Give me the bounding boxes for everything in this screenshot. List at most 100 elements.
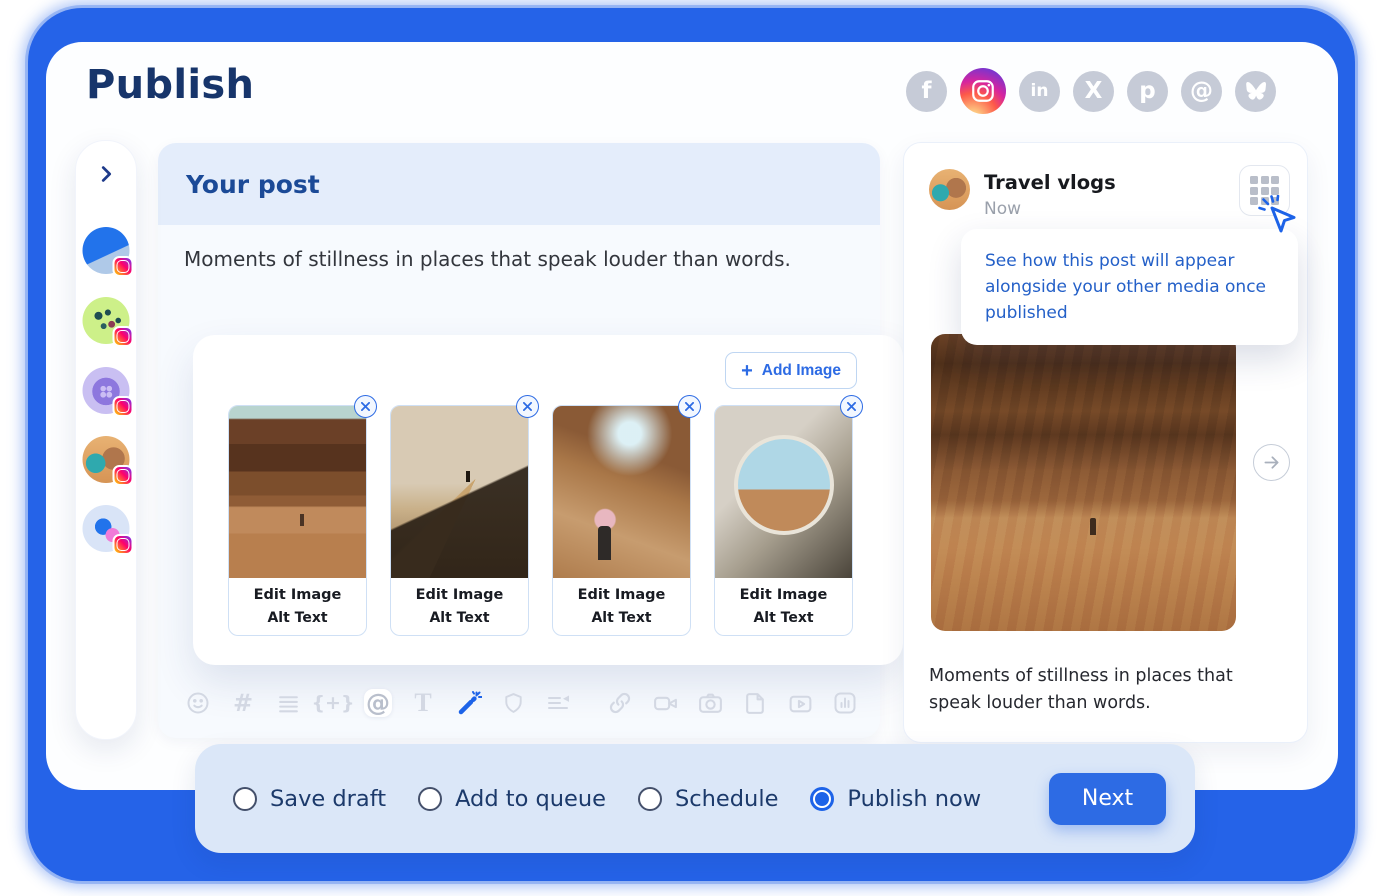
option-label: Save draft [270, 786, 386, 812]
radio-save-draft[interactable] [233, 787, 257, 811]
text-lines-icon[interactable] [274, 689, 302, 717]
next-button[interactable]: Next [1049, 773, 1166, 825]
chevron-right-icon [95, 163, 117, 185]
instagram-badge-icon [113, 465, 134, 486]
link-icon[interactable] [606, 689, 634, 717]
camera-icon[interactable] [696, 689, 724, 717]
sidebar-account-3[interactable] [83, 367, 130, 414]
image-thumbnails: Edit Image Alt Text Edit Image Alt Text [228, 405, 853, 636]
thumbnail-photo-tent [715, 406, 852, 578]
preview-post-image [931, 334, 1236, 631]
sidebar-account-4[interactable] [83, 436, 130, 483]
variables-icon[interactable]: {+} [319, 689, 347, 717]
post-text-input[interactable]: Moments of stillness in places that spea… [184, 247, 854, 271]
option-schedule[interactable]: Schedule [638, 786, 778, 812]
remove-image-button[interactable] [516, 395, 539, 418]
instagram-glyph [970, 78, 996, 104]
sidebar-account-2[interactable] [83, 297, 130, 344]
post-preview-panel: Travel vlogs Now See how this post will … [903, 142, 1308, 743]
alt-text-link[interactable]: Alt Text [715, 610, 852, 626]
image-thumbnail-1: Edit Image Alt Text [228, 405, 367, 636]
linkedin-glyph: in [1031, 83, 1049, 100]
instagram-badge-icon [113, 326, 134, 347]
thumbnail-photo-silhouette [391, 406, 528, 578]
composer-toolbar: # {+} @ T [184, 680, 854, 726]
plus-icon: + [741, 361, 753, 381]
close-icon [523, 402, 532, 411]
radio-schedule[interactable] [638, 787, 662, 811]
preview-timestamp: Now [984, 199, 1021, 219]
preview-caption: Moments of stillness in places that spea… [929, 663, 1281, 717]
option-publish-now[interactable]: Publish now [810, 786, 981, 812]
radio-publish-now[interactable] [810, 787, 834, 811]
pinterest-icon[interactable]: p [1127, 71, 1168, 112]
page-title: Publish [86, 62, 254, 108]
analytics-icon[interactable] [831, 689, 859, 717]
option-save-draft[interactable]: Save draft [233, 786, 386, 812]
post-composer: Your post Moments of stillness in places… [158, 143, 880, 738]
instagram-badge-icon [113, 396, 134, 417]
preview-tooltip: See how this post will appear alongside … [961, 229, 1298, 345]
thumbnail-photo-canyon [553, 406, 690, 578]
option-label: Add to queue [455, 786, 606, 812]
sidebar-account-5[interactable] [83, 505, 130, 552]
channel-sidebar [75, 140, 137, 740]
document-icon[interactable] [741, 689, 769, 717]
option-label: Schedule [675, 786, 778, 812]
linkedin-icon[interactable]: in [1019, 71, 1060, 112]
preview-account-name: Travel vlogs [984, 171, 1116, 194]
edit-image-link[interactable]: Edit Image [715, 587, 852, 603]
remove-image-button[interactable] [678, 395, 701, 418]
campaign-list-icon[interactable] [544, 689, 572, 717]
add-image-label: Add Image [762, 362, 841, 380]
instagram-badge-icon [113, 534, 134, 555]
facebook-glyph: f [921, 80, 931, 103]
x-icon[interactable]: X [1073, 71, 1114, 112]
thumbnail-photo-cliff [229, 406, 366, 578]
video-file-icon[interactable] [786, 689, 814, 717]
remove-image-button[interactable] [354, 395, 377, 418]
option-add-to-queue[interactable]: Add to queue [418, 786, 606, 812]
publish-page: Publish f in X p @ [0, 0, 1381, 896]
next-media-button[interactable] [1253, 444, 1290, 481]
cursor-pointer-icon [1258, 195, 1302, 239]
instagram-icon[interactable] [960, 68, 1006, 114]
radio-add-to-queue[interactable] [418, 787, 442, 811]
sidebar-account-1[interactable] [83, 227, 130, 274]
hashtag-icon[interactable]: # [229, 689, 257, 717]
option-label: Publish now [847, 786, 981, 812]
alt-text-link[interactable]: Alt Text [553, 610, 690, 626]
video-icon[interactable] [651, 689, 679, 717]
composer-title: Your post [186, 170, 320, 199]
add-image-button[interactable]: + Add Image [725, 352, 857, 389]
remove-image-button[interactable] [840, 395, 863, 418]
instagram-badge-icon [113, 256, 134, 277]
alt-text-link[interactable]: Alt Text [391, 610, 528, 626]
social-network-row: f in X p @ [906, 68, 1276, 114]
mention-icon[interactable]: @ [364, 689, 392, 717]
close-icon [685, 402, 694, 411]
emoji-icon[interactable] [184, 689, 212, 717]
pinterest-glyph: p [1139, 80, 1155, 103]
preview-account-avatar [929, 169, 970, 210]
expand-sidebar-button[interactable] [95, 163, 117, 185]
facebook-icon[interactable]: f [906, 71, 947, 112]
publish-action-bar: Save draft Add to queue Schedule Publish… [195, 744, 1195, 853]
shield-icon[interactable] [499, 689, 527, 717]
bluesky-butterfly-glyph [1244, 79, 1268, 103]
threads-glyph: @ [1190, 80, 1213, 103]
close-icon [361, 402, 370, 411]
x-glyph: X [1085, 80, 1103, 103]
bluesky-icon[interactable] [1235, 71, 1276, 112]
edit-image-link[interactable]: Edit Image [391, 587, 528, 603]
edit-image-link[interactable]: Edit Image [553, 587, 690, 603]
edit-image-link[interactable]: Edit Image [229, 587, 366, 603]
arrow-right-icon [1261, 452, 1282, 473]
image-thumbnail-4: Edit Image Alt Text [714, 405, 853, 636]
media-attachments-card: + Add Image Edit Image Alt Text [193, 335, 903, 665]
text-format-icon[interactable]: T [409, 689, 437, 717]
ai-magic-wand-icon[interactable] [454, 689, 482, 717]
threads-icon[interactable]: @ [1181, 71, 1222, 112]
alt-text-link[interactable]: Alt Text [229, 610, 366, 626]
close-icon [847, 402, 856, 411]
